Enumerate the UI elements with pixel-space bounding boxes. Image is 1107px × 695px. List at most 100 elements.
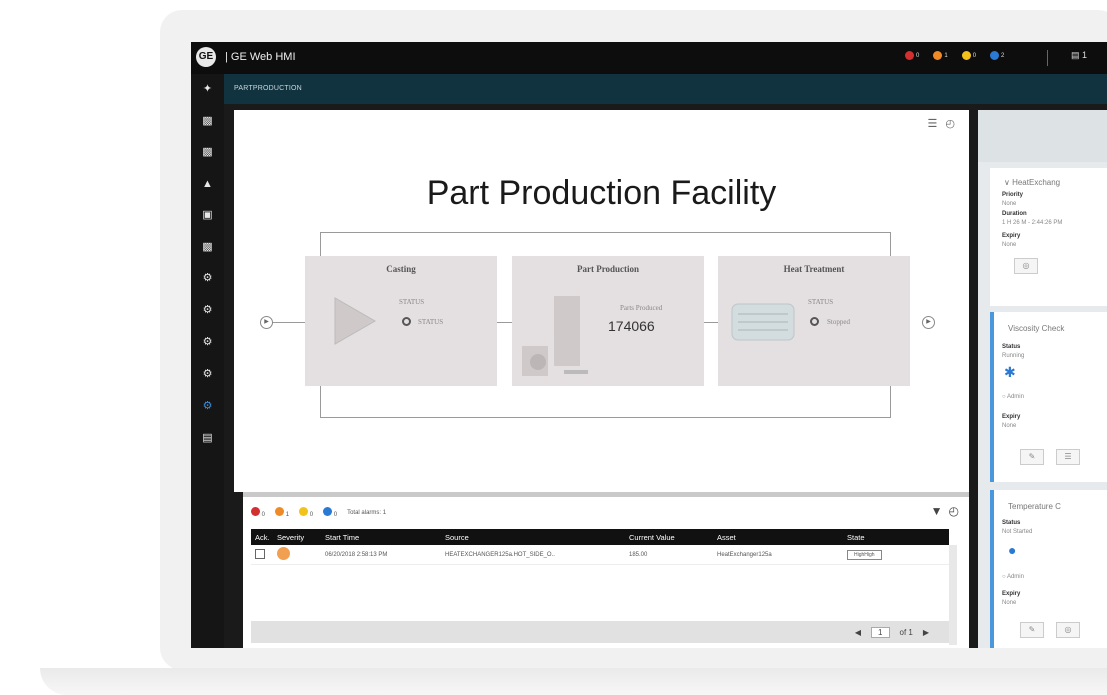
list-button[interactable]: ☰ — [1056, 449, 1080, 465]
prev-page-icon[interactable]: ◀ — [855, 628, 861, 637]
col-current-value[interactable]: Current Value — [625, 533, 713, 542]
status-label: Status — [1002, 520, 1021, 526]
current-value-cell: 185.00 — [629, 551, 648, 558]
ack-checkbox[interactable] — [255, 548, 265, 559]
action-button[interactable]: ◎ — [1056, 622, 1080, 638]
alarm-table-header: Ack. Severity Start Time Source Current … — [251, 529, 949, 545]
col-source[interactable]: Source — [441, 533, 625, 542]
col-ack[interactable]: Ack. — [251, 533, 273, 542]
facility-title: Part Production Facility — [426, 174, 777, 212]
assignee: ○ Admin — [1002, 574, 1024, 580]
assignee: ○ Admin — [1002, 394, 1024, 400]
duration-value: 1 H 26 M - 2:44:26 PM — [1002, 220, 1063, 226]
press-icon — [522, 296, 588, 376]
parts-produced-value: 174066 — [608, 318, 655, 334]
hmi-screen: GE | GE Web HMI 0 1 0 2 ▤ 1 ✦ ▩ ▩ ▲ ▣ ▩ … — [191, 42, 1107, 648]
medium-alarm-counter[interactable]: 0 — [961, 51, 976, 60]
running-icon: ✱ — [1004, 364, 1016, 380]
col-severity[interactable]: Severity — [273, 533, 321, 542]
gear-icon[interactable]: ⚙ — [201, 304, 214, 316]
card-title: ∨ HeatExchang — [1004, 178, 1061, 187]
station-part-production[interactable]: Part Production Parts Produced 174066 — [512, 256, 704, 386]
settings-icon[interactable]: ☰ — [928, 117, 938, 130]
card-title: Temperature C — [1008, 502, 1061, 511]
start-time-cell: 06/20/2018 2:58:13 PM — [325, 551, 388, 558]
critical-alarm-counter[interactable]: 0 — [905, 51, 919, 60]
gear-icon[interactable]: ⚙ — [201, 272, 214, 284]
next-page-icon[interactable]: ▶ — [923, 628, 929, 637]
station-name: Casting — [386, 264, 416, 274]
pager: ◀ 1 of 1 ▶ — [251, 621, 949, 643]
low-alarm-counter[interactable]: 2 — [990, 51, 1004, 60]
medium-alarm-icon — [961, 51, 971, 60]
top-alarm-counters[interactable]: 0 1 0 2 — [905, 51, 1010, 60]
heat-exchanger-icon — [731, 303, 795, 341]
status-label: Status — [1002, 344, 1021, 350]
graphic-panel: ☰ ◴ Part Production Facility ▶ ▶ Casting… — [234, 110, 969, 492]
station-name: Part Production — [576, 264, 640, 274]
history-icon[interactable]: ◴ — [945, 117, 955, 130]
alarm-scrollbar[interactable] — [949, 545, 957, 645]
breadcrumb[interactable]: PARTPRODUCTION — [234, 85, 302, 92]
expiry-value: None — [1002, 242, 1017, 248]
action-button[interactable]: ◎ — [1014, 258, 1038, 274]
asset-cell: HeatExchanger125a — [717, 551, 772, 558]
station-heat-treatment[interactable]: Heat Treatment STATUS Stopped — [718, 256, 910, 386]
status-label: STATUS — [399, 298, 425, 306]
trend-icon[interactable]: ▣ — [201, 209, 214, 221]
high-alarm-icon — [933, 51, 943, 60]
critical-alarm-icon — [905, 51, 914, 60]
expiry-value: None — [1002, 423, 1017, 429]
network-icon[interactable]: ✦ — [201, 83, 214, 95]
col-start-time[interactable]: Start Time — [321, 533, 441, 542]
history-icon[interactable]: ◴ — [949, 504, 959, 518]
clipboard-icon[interactable]: ▤ — [201, 432, 214, 444]
table-row[interactable]: 06/20/2018 2:58:13 PM HEATEXCHANGER125a.… — [251, 545, 949, 565]
task-panel-header — [978, 110, 1107, 162]
task-panel: ∨ HeatExchang Priority None Duration 1 H… — [978, 110, 1107, 648]
critical-count: 0 — [251, 507, 265, 518]
screens-icon[interactable]: ▩ — [201, 115, 214, 127]
card-title: Viscosity Check — [1008, 324, 1065, 333]
page-count: of 1 — [899, 628, 913, 637]
expiry-label: Expiry — [1002, 591, 1021, 597]
nav-bar: PARTPRODUCTION — [224, 74, 1107, 104]
ge-logo: GE — [196, 47, 216, 67]
col-state[interactable]: State — [837, 533, 949, 542]
gear-active-icon[interactable]: ⚙ — [201, 400, 214, 412]
flow-end-icon: ▶ — [922, 316, 935, 329]
low-count: 0 — [323, 507, 337, 518]
station-name: Heat Treatment — [783, 264, 845, 274]
station-casting[interactable]: Casting STATUS STATUS — [305, 256, 497, 386]
top-divider — [1047, 50, 1048, 66]
wrench-button[interactable]: ✎ — [1020, 449, 1044, 465]
expiry-label: Expiry — [1002, 414, 1021, 420]
gear-icon[interactable]: ⚙ — [201, 336, 214, 348]
state-badge: HighHigh — [847, 549, 882, 560]
source-cell: HEATEXCHANGER125a.HOT_SIDE_O.. — [445, 551, 555, 558]
alarm-tools: ▼ ◴ — [931, 504, 959, 518]
sidebar: ✦ ▩ ▩ ▲ ▣ ▩ ⚙ ⚙ ⚙ ⚙ ⚙ ▤ — [191, 74, 224, 648]
page-select[interactable]: 1 — [871, 627, 890, 638]
expiry-label: Expiry — [1002, 233, 1021, 239]
screens-alt-icon[interactable]: ▩ — [201, 146, 214, 158]
status-label: STATUS — [808, 298, 834, 306]
tasks-button[interactable]: ▤ 1 — [1071, 50, 1087, 61]
priority-value: None — [1002, 201, 1017, 207]
col-asset[interactable]: Asset — [713, 533, 837, 542]
task-card-temperature[interactable] — [994, 490, 1107, 648]
document-icon: ▤ — [1071, 50, 1080, 60]
total-alarms: Total alarms: 1 — [347, 509, 387, 516]
alarm-icon[interactable]: ▲ — [201, 178, 214, 190]
high-alarm-counter[interactable]: 1 — [933, 51, 948, 60]
wrench-button[interactable]: ✎ — [1020, 622, 1044, 638]
duration-label: Duration — [1002, 211, 1027, 217]
gear-icon[interactable]: ⚙ — [201, 368, 214, 380]
medium-count: 0 — [299, 507, 313, 518]
laptop-base — [40, 668, 1107, 695]
reports-icon[interactable]: ▩ — [201, 241, 214, 253]
filter-icon[interactable]: ▼ — [931, 504, 943, 518]
status-value: Stopped — [827, 318, 850, 326]
status-value: Not Started — [1002, 529, 1033, 535]
priority-label: Priority — [1002, 192, 1024, 198]
